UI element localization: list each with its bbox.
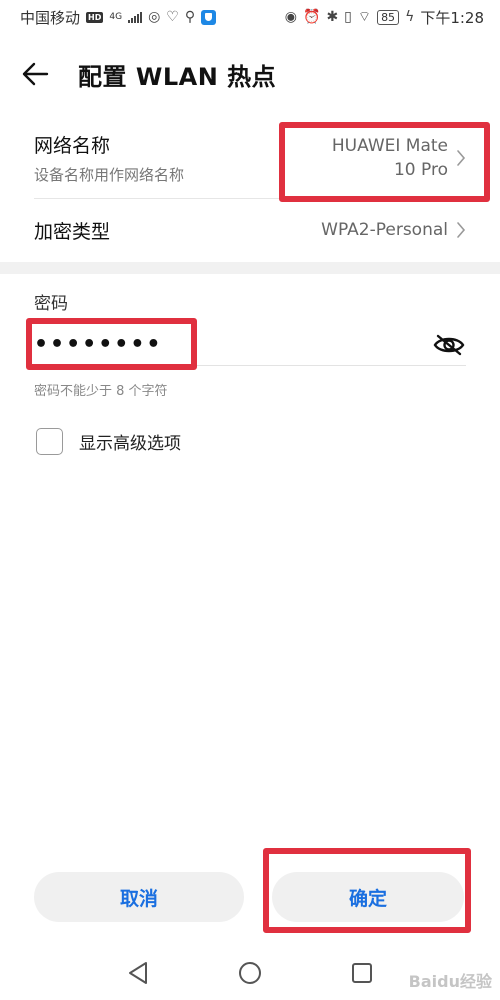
section-separator — [0, 262, 500, 274]
back-arrow-icon — [22, 62, 49, 86]
run-icon: ⚲ — [184, 9, 196, 25]
encryption-type-value-text: WPA2-Personal — [321, 220, 448, 240]
shield-app-icon — [201, 9, 217, 25]
confirm-button[interactable]: 确定 — [272, 872, 464, 922]
page-title: 配置 WLAN 热点 — [78, 62, 277, 91]
signal-icon — [128, 11, 143, 23]
status-time: 下午1:28 — [420, 8, 484, 27]
advanced-checkbox[interactable] — [36, 428, 63, 455]
show-advanced-option[interactable]: 显示高级选项 — [36, 428, 181, 455]
network-name-value-line2: 10 Pro — [393, 160, 448, 180]
nav-recents-icon — [352, 962, 372, 983]
eye-slash-icon — [433, 334, 465, 355]
hd-badge: HD — [86, 11, 104, 23]
password-input[interactable]: •••••••• — [34, 332, 163, 357]
encryption-type-value: WPA2-Personal — [321, 218, 466, 242]
network-name-value-line1: HUAWEI Mate — [331, 136, 448, 156]
nav-back-button[interactable] — [118, 953, 158, 993]
nav-home-button[interactable] — [230, 953, 270, 993]
battery-icon: 85 — [377, 9, 400, 25]
alarm-icon: ⏰ — [303, 9, 321, 25]
network-name-title: 网络名称 — [34, 135, 111, 157]
password-hint: 密码不能少于 8 个字符 — [34, 384, 168, 399]
wifi-icon: ⌔ — [357, 9, 372, 25]
chevron-right-icon — [457, 150, 466, 166]
cancel-button[interactable]: 取消 — [34, 872, 244, 922]
status-left: 中国移动 HD 4G ◎ ♡ ⚲ — [20, 7, 217, 28]
hotspot-icon: ◎ — [148, 9, 161, 25]
nav-recents-button[interactable] — [342, 953, 382, 993]
back-button[interactable] — [0, 46, 70, 102]
encryption-type-title: 加密类型 — [34, 220, 111, 243]
password-label: 密码 — [34, 294, 68, 314]
chevron-right-icon — [457, 222, 466, 238]
bluetooth-icon: ✱ — [326, 9, 339, 25]
network-name-value: HUAWEI Mate 10 Pro — [332, 134, 466, 182]
network-name-text: 网络名称 设备名称用作网络名称 — [34, 131, 184, 185]
vibrate-icon: ▯ — [344, 9, 352, 25]
network-name-row[interactable]: 网络名称 设备名称用作网络名称 HUAWEI Mate 10 Pro — [0, 118, 500, 198]
status-bar: 中国移动 HD 4G ◎ ♡ ⚲ ◉ ⏰ ✱ ▯ ⌔ 85 ϟ 下午1:28 — [0, 0, 500, 34]
nav-home-icon — [239, 961, 261, 984]
encryption-type-row[interactable]: 加密类型 WPA2-Personal — [0, 200, 500, 260]
advanced-label: 显示高级选项 — [79, 434, 181, 454]
carrier-name: 中国移动 — [20, 8, 81, 27]
password-field[interactable]: •••••••• — [34, 324, 466, 366]
app-header: 配置 WLAN 热点 — [0, 46, 500, 102]
password-visibility-toggle[interactable] — [432, 328, 466, 362]
watermark: Baidu经验 — [408, 972, 492, 991]
network-name-subtitle: 设备名称用作网络名称 — [34, 166, 185, 184]
divider — [34, 198, 466, 199]
eye-comfort-icon: ◉ — [284, 9, 297, 25]
status-right: ◉ ⏰ ✱ ▯ ⌔ 85 ϟ 下午1:28 — [285, 7, 484, 28]
heart-rate-icon: ♡ — [166, 9, 179, 25]
charging-icon: ϟ — [405, 9, 415, 25]
network-type: 4G — [109, 12, 123, 22]
nav-back-icon — [129, 961, 147, 984]
